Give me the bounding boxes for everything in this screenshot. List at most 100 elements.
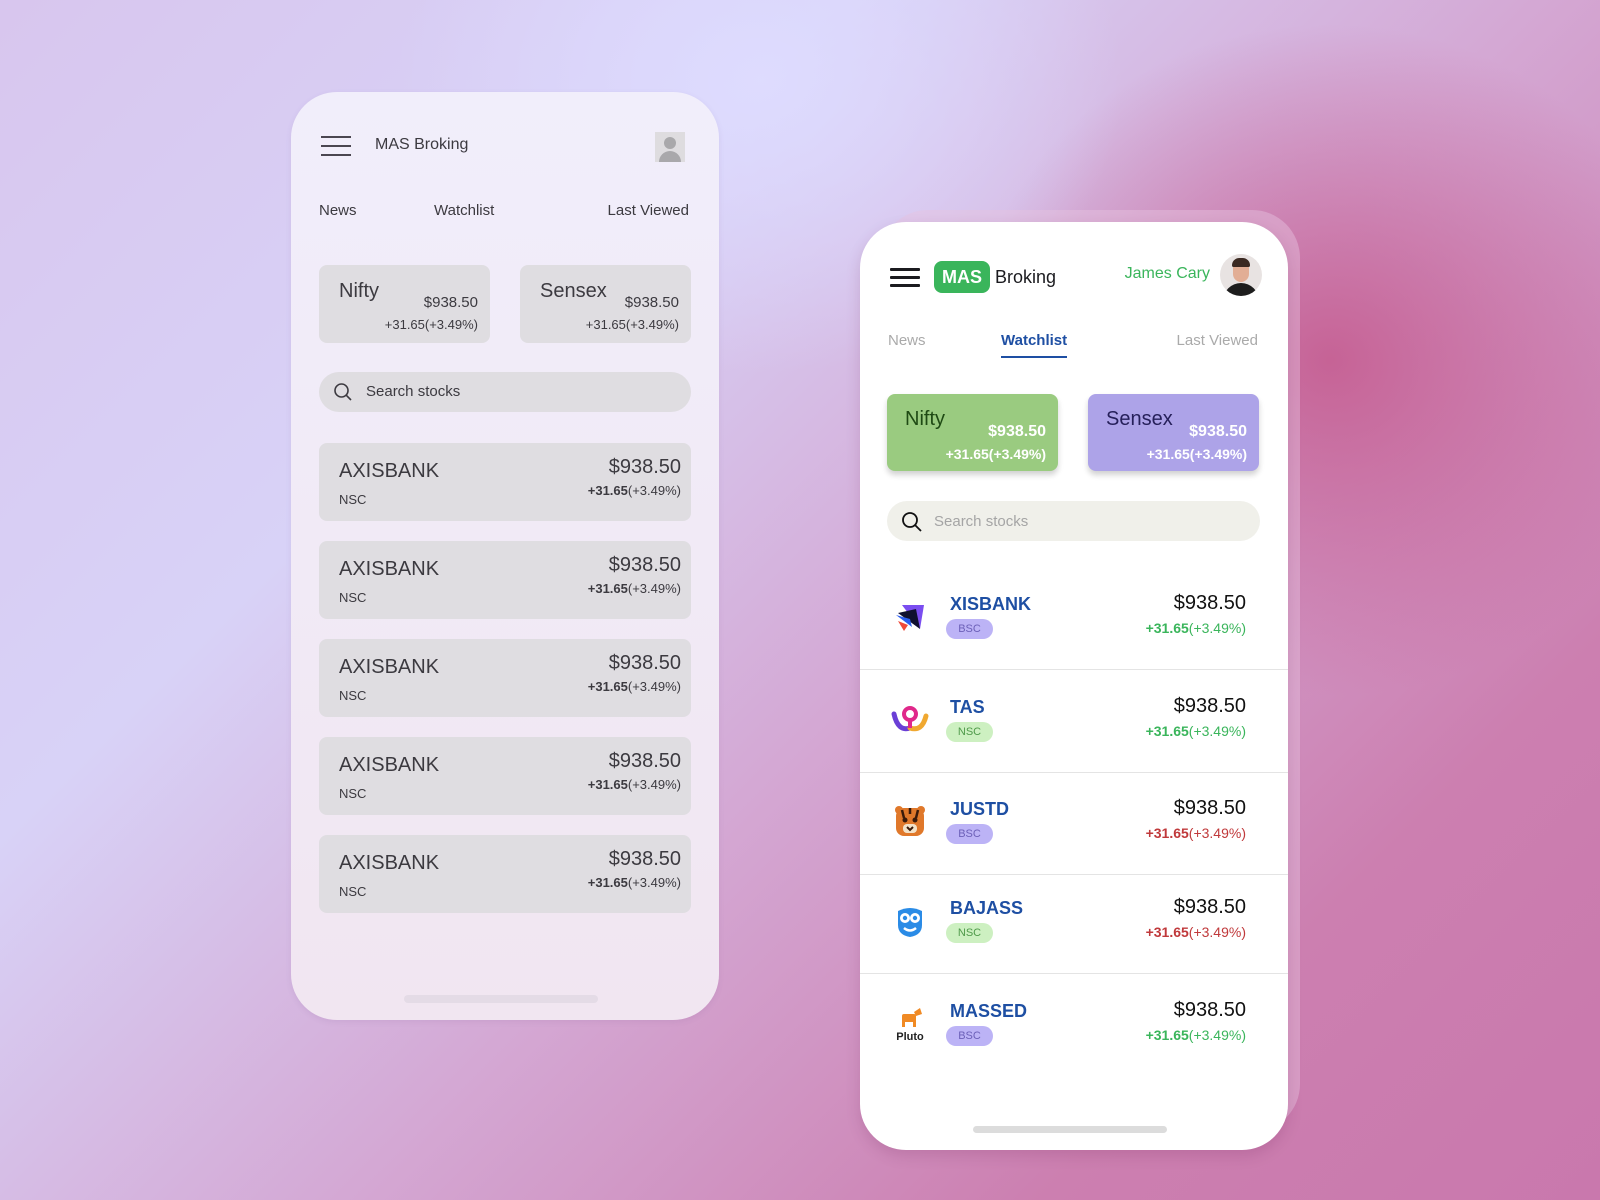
stock-symbol: XISBANK [950,594,1032,614]
change-pct: (+3.49%) [1188,825,1246,841]
index-change: +31.65(+3.49%) [1146,446,1247,462]
stock-exchange: NSC [339,492,367,507]
stock-price: $938.50 [1173,797,1246,819]
index-name: Sensex [1106,408,1173,430]
index-name: Sensex [540,280,607,302]
stock-change: +31.65(+3.49%) [1146,825,1246,841]
index-card-nifty[interactable]: Nifty $938.50 +31.65(+3.49%) [319,265,490,343]
wireframe-header: MAS Broking [321,132,689,162]
home-indicator [973,1126,1167,1133]
stock-symbol: BAJASS [950,898,1024,918]
stock-symbol: AXISBANK [339,656,440,678]
tab-bar: News Watchlist Last Viewed [319,202,689,224]
index-price: $938.50 [988,423,1046,440]
menu-icon[interactable] [321,136,351,156]
stock-row[interactable]: AXISBANK NSC $938.50 +31.65(+3.49%) [319,639,691,717]
stock-price: $938.50 [1173,999,1246,1021]
stock-price: $938.50 [608,554,681,576]
stock-exchange: NSC [339,590,367,605]
stock-symbol: MASSED [950,1001,1028,1021]
stock-row[interactable]: BAJASS NSC $938.50 +31.65(+3.49%) [860,871,1288,974]
tab-news[interactable]: News [888,332,926,349]
stock-change: +31.65(+3.49%) [1146,924,1246,940]
stock-price: $938.50 [608,750,681,772]
exchange-badge: BSC [946,824,993,844]
user-name[interactable]: James Cary [1125,265,1210,283]
exchange-badge: BSC [946,1026,993,1046]
index-change: +31.65(+3.49%) [585,317,679,332]
change-abs: +31.65 [1145,825,1189,841]
change-pct: (+3.49%) [1188,924,1246,940]
stock-row[interactable]: Pluto MASSED BSC $938.50 +31.65(+3.49%) [860,974,1288,1077]
stock-price: $938.50 [608,652,681,674]
change-abs: +31.65 [1145,620,1189,636]
stock-row[interactable]: AXISBANK NSC $938.50 +31.65(+3.49%) [319,443,691,521]
change-pct: (+3.49%) [627,483,681,498]
stock-symbol: TAS [950,697,985,717]
stock-symbol: AXISBANK [339,754,440,776]
stock-row[interactable]: XISBANK BSC $938.50 +31.65(+3.49%) [860,567,1288,670]
pluto-logo-icon: Pluto [890,1004,930,1044]
change-abs: +31.65 [587,679,628,694]
index-change: +31.65(+3.49%) [384,317,478,332]
tab-last-viewed[interactable]: Last Viewed [1177,332,1258,349]
home-indicator [404,995,598,1003]
index-card-nifty[interactable]: Nifty $938.50 +31.65(+3.49%) [887,394,1058,471]
exchange-badge: NSC [946,923,993,943]
tiger-logo-icon [890,802,930,842]
avatar-placeholder-icon[interactable] [655,132,685,162]
stock-row[interactable]: AXISBANK NSC $938.50 +31.65(+3.49%) [319,835,691,913]
stock-row[interactable]: AXISBANK NSC $938.50 +31.65(+3.49%) [319,541,691,619]
change-pct: (+3.49%) [1188,1027,1246,1043]
index-change: +31.65(+3.49%) [945,446,1046,462]
stock-change: +31.65(+3.49%) [588,679,681,694]
exchange-badge: NSC [946,722,993,742]
exchange-badge: BSC [946,619,993,639]
index-card-sensex[interactable]: Sensex $938.50 +31.65(+3.49%) [1088,394,1259,471]
change-pct: (+3.49%) [627,679,681,694]
search-placeholder: Search stocks [366,383,461,400]
tab-watchlist[interactable]: Watchlist [434,202,494,219]
stock-row[interactable]: TAS NSC $938.50 +31.65(+3.49%) [860,670,1288,773]
paper-plane-logo-icon [890,597,930,637]
stock-exchange: NSC [339,884,367,899]
change-abs: +31.65 [1145,924,1189,940]
search-input[interactable]: Search stocks [319,372,691,412]
index-name: Nifty [339,280,379,302]
tab-watchlist[interactable]: Watchlist [1001,332,1068,358]
stock-symbol: JUSTD [950,799,1010,819]
tab-last-viewed[interactable]: Last Viewed [608,202,689,219]
stock-change: +31.65(+3.49%) [588,777,681,792]
stock-price: $938.50 [608,456,681,478]
stock-change: +31.65(+3.49%) [588,875,681,890]
search-icon [334,383,352,401]
stock-change: +31.65(+3.49%) [1146,723,1246,739]
design-phone: MAS Broking James Cary News Watchlist La… [860,222,1288,1150]
avatar[interactable] [1220,254,1262,296]
menu-icon[interactable] [890,268,920,288]
wireframe-phone: MAS Broking News Watchlist Last Viewed N… [291,92,719,1020]
index-price: $938.50 [423,294,478,311]
change-abs: +31.65 [587,483,628,498]
stock-symbol: AXISBANK [339,852,440,874]
index-price: $938.50 [624,294,679,311]
index-price: $938.50 [1189,423,1247,440]
change-pct: (+3.49%) [627,777,681,792]
search-input[interactable]: Search stocks [887,501,1260,541]
index-card-sensex[interactable]: Sensex $938.50 +31.65(+3.49%) [520,265,691,343]
app-title: MAS Broking [375,136,469,153]
stock-price: $938.50 [1173,695,1246,717]
svg-text:Pluto: Pluto [896,1031,924,1043]
index-name: Nifty [905,408,945,430]
stock-row[interactable]: AXISBANK NSC $938.50 +31.65(+3.49%) [319,737,691,815]
change-pct: (+3.49%) [1188,620,1246,636]
stock-row[interactable]: JUSTD BSC $938.50 +31.65(+3.49%) [860,772,1288,875]
stock-price: $938.50 [608,848,681,870]
search-placeholder: Search stocks [934,513,1029,530]
change-abs: +31.65 [1145,723,1189,739]
tab-news[interactable]: News [319,202,357,219]
w-pin-logo-icon [890,700,930,740]
change-pct: (+3.49%) [627,875,681,890]
change-abs: +31.65 [1145,1027,1189,1043]
logo-badge: MAS [934,261,990,293]
